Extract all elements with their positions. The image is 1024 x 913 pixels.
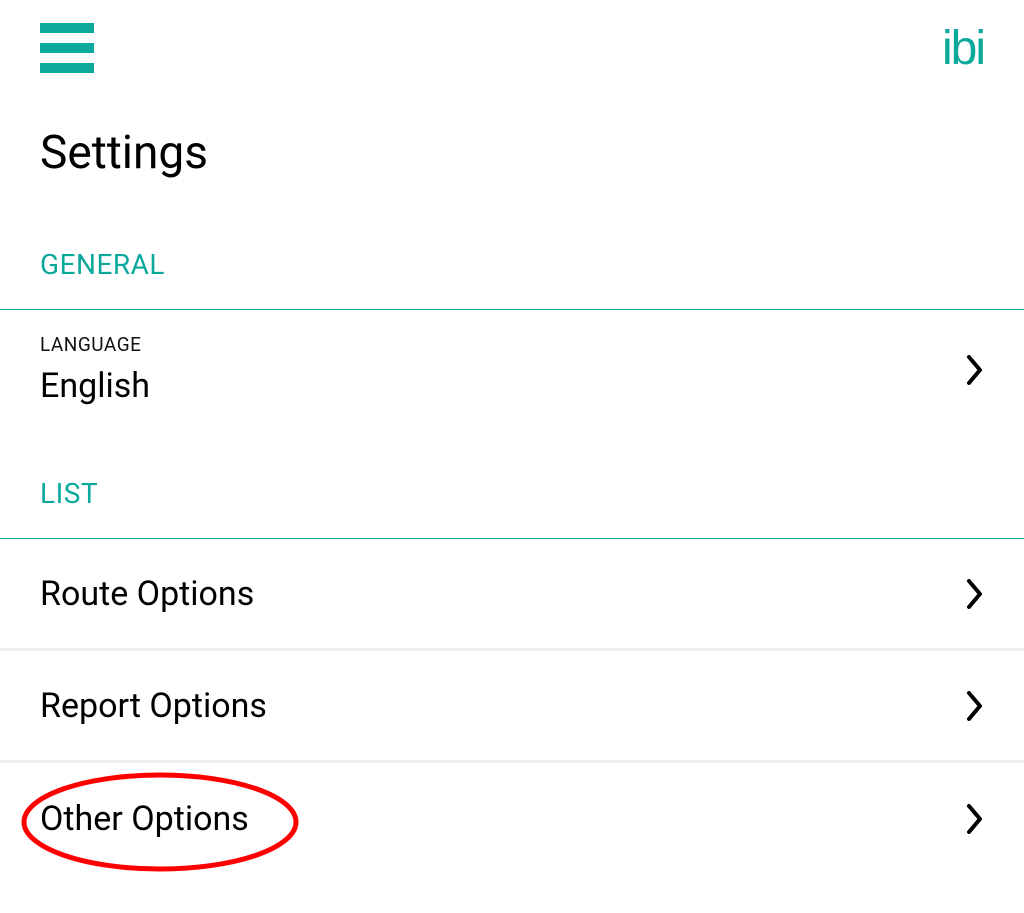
route-options-row[interactable]: Route Options [0, 539, 1024, 651]
page-title: Settings [0, 96, 1024, 200]
route-options-label: Route Options [40, 574, 254, 614]
section-header-general: GENERAL [0, 200, 1024, 309]
chevron-right-icon [966, 691, 984, 721]
report-options-row[interactable]: Report Options [0, 651, 1024, 763]
brand-logo: ibi [942, 21, 984, 76]
language-value: English [40, 366, 984, 406]
section-header-list: LIST [0, 429, 1024, 538]
chevron-right-icon [966, 579, 984, 609]
hamburger-menu-icon[interactable] [40, 23, 94, 73]
language-row[interactable]: LANGUAGE English [0, 309, 1024, 429]
header: ibi [0, 0, 1024, 96]
chevron-right-icon [966, 804, 984, 834]
other-options-label: Other Options [40, 799, 249, 839]
language-label: LANGUAGE [40, 333, 984, 356]
other-options-row[interactable]: Other Options [0, 763, 1024, 875]
chevron-right-icon [966, 355, 984, 385]
report-options-label: Report Options [40, 686, 267, 726]
